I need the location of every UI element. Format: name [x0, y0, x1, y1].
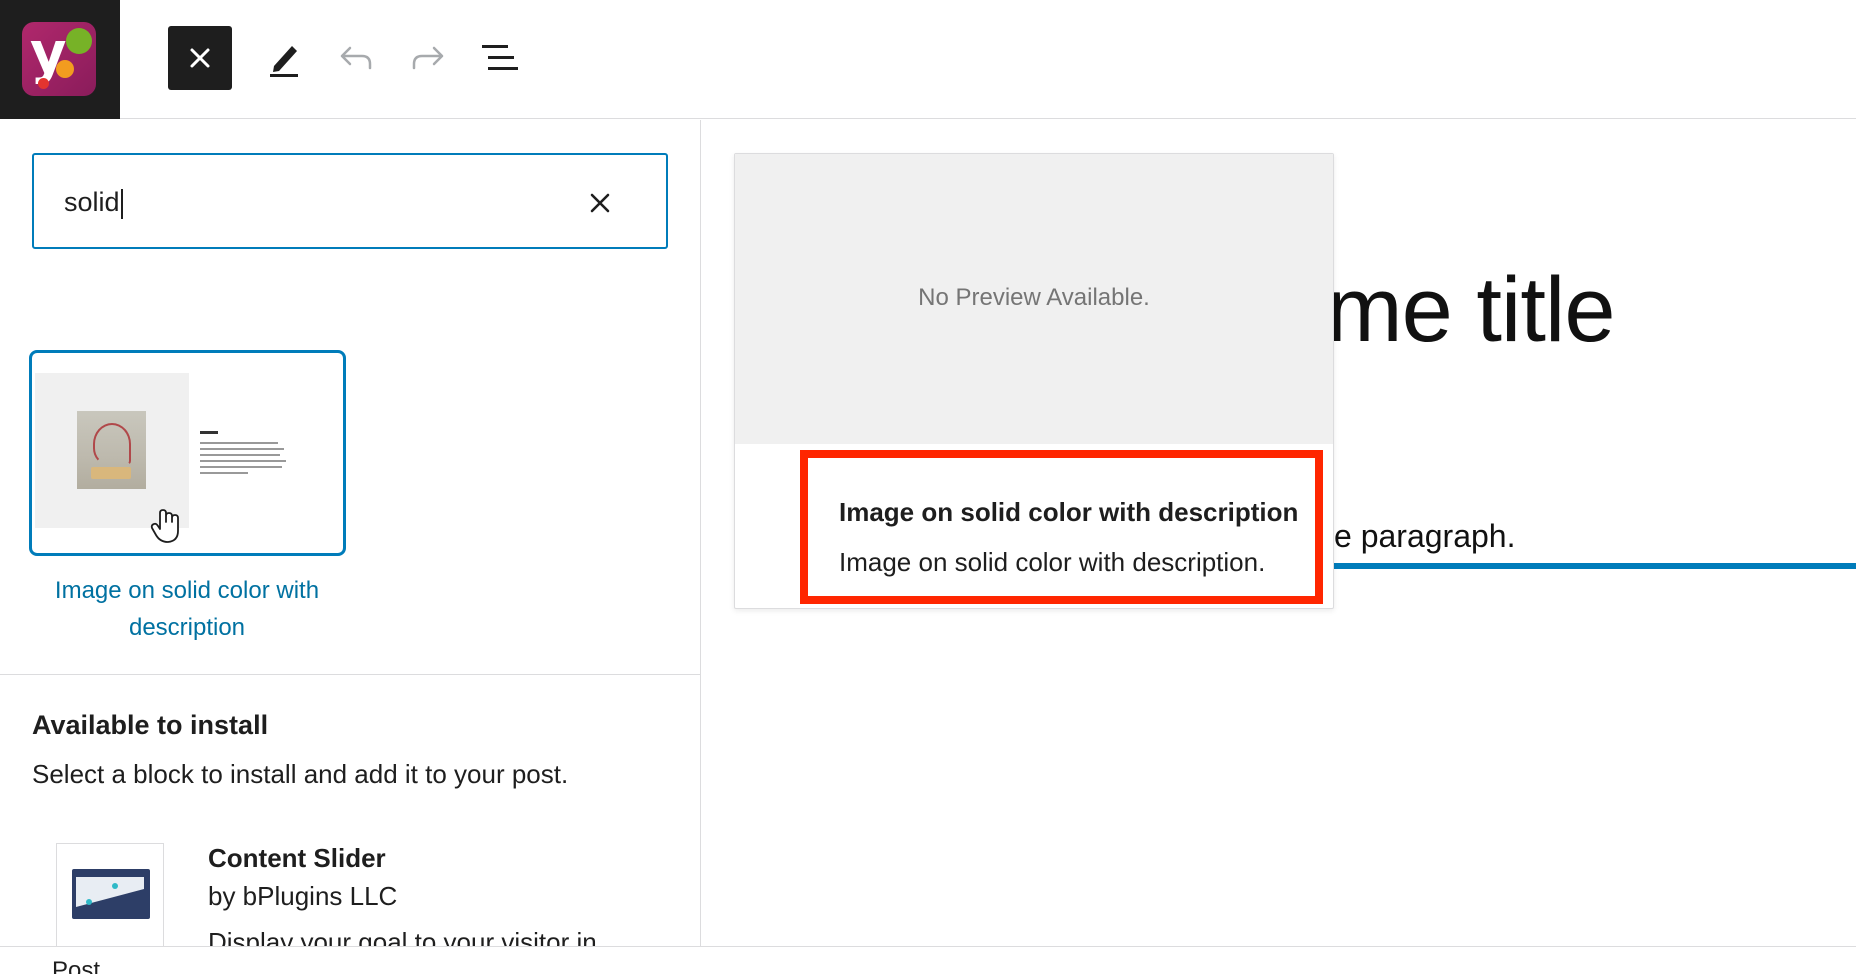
text-caret: [120, 188, 123, 219]
pencil-icon: [270, 46, 298, 77]
editor-header: y: [0, 0, 1856, 119]
editor-canvas: me title e paragraph. No Preview Availab…: [702, 120, 1856, 946]
pattern-preview-area: No Preview Available.: [735, 154, 1333, 444]
preview-pattern-description: Image on solid color with description.: [839, 547, 1266, 577]
close-inserter-button[interactable]: [168, 26, 232, 90]
list-view-button[interactable]: [468, 26, 532, 90]
pattern-preview-popover: No Preview Available. Image on solid col…: [734, 153, 1334, 609]
search-value: solid: [64, 187, 120, 217]
pattern-result-label[interactable]: Image on solid color with description: [22, 572, 352, 646]
no-preview-message: No Preview Available.: [918, 284, 1150, 311]
plugin-description: Display your goal to your visitor in: [208, 927, 597, 946]
clear-search-button[interactable]: [582, 185, 618, 221]
yoast-logo-button[interactable]: y: [0, 0, 120, 119]
undo-button[interactable]: [324, 26, 388, 90]
block-search-input[interactable]: solid: [32, 153, 668, 249]
redo-button[interactable]: [396, 26, 460, 90]
close-icon: [590, 193, 610, 213]
available-to-install-heading: Available to install: [32, 710, 269, 740]
breadcrumb-post[interactable]: Post: [52, 957, 100, 974]
post-paragraph[interactable]: e paragraph.: [1334, 518, 1515, 555]
sculpture-photo: [77, 411, 146, 489]
plugin-name[interactable]: Content Slider: [208, 843, 386, 874]
list-view-icon: [482, 45, 518, 70]
post-title[interactable]: me title: [1326, 260, 1616, 360]
available-to-install-description: Select a block to install and add it to …: [32, 759, 569, 789]
section-divider: [0, 674, 700, 675]
slider-icon: [72, 869, 150, 919]
plugin-author: by bPlugins LLC: [208, 881, 398, 911]
block-breadcrumb-footer: Post: [0, 946, 1856, 974]
block-inserter-panel: solid Image on solid color with descript…: [0, 120, 701, 946]
redo-icon: [412, 46, 444, 70]
pattern-thumbnail-text: [200, 431, 290, 478]
undo-icon: [340, 46, 372, 70]
close-icon: [190, 48, 210, 68]
pattern-thumbnail-image: [35, 373, 189, 528]
pattern-result-card[interactable]: [29, 350, 346, 556]
block-insertion-indicator: [1334, 563, 1856, 569]
hand-cursor-icon: [150, 509, 179, 543]
yoast-logo-icon: y: [22, 22, 96, 96]
preview-pattern-title: Image on solid color with description: [839, 497, 1299, 527]
plugin-thumbnail[interactable]: [56, 843, 164, 946]
tools-button[interactable]: [252, 26, 316, 90]
